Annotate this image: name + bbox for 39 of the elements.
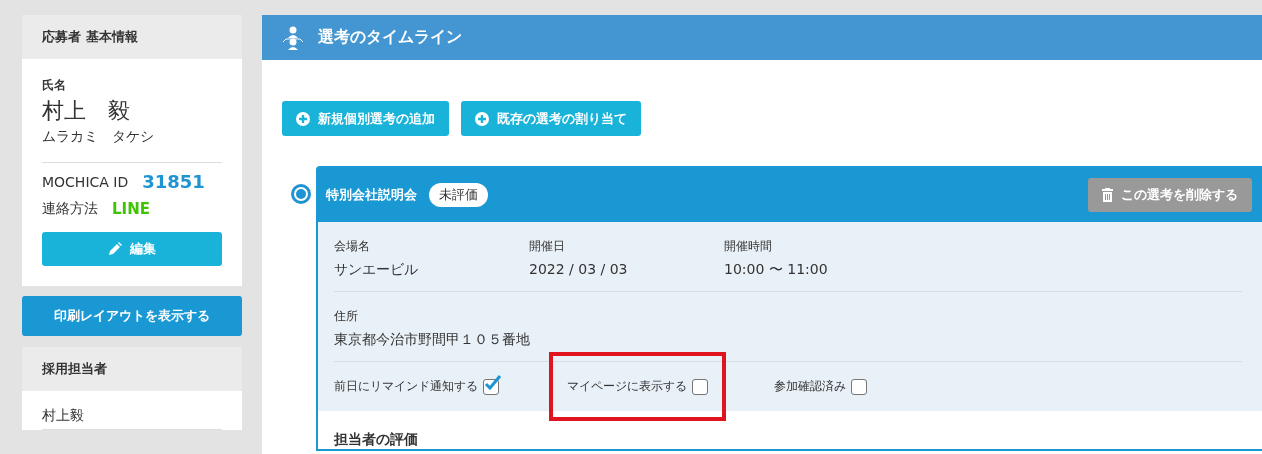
add-button[interactable]: 新規個別選考の追加 bbox=[282, 101, 449, 136]
trash-icon bbox=[1102, 188, 1113, 202]
checkbox-label: マイページに表示する bbox=[567, 378, 687, 395]
field-label: 住所 bbox=[334, 308, 359, 325]
applicant-name: 村上 毅 bbox=[42, 97, 131, 125]
address-value: 東京都今治市野間甲１０５番地 bbox=[334, 331, 530, 349]
section-title: 担当者の評価 bbox=[333, 430, 419, 449]
status-badge: 未評価 bbox=[429, 183, 488, 207]
field-label: 氏名 bbox=[42, 77, 67, 94]
checkbox-label: 前日にリマインド通知する bbox=[334, 378, 478, 395]
checkbox[interactable] bbox=[692, 378, 708, 395]
plus-circle-icon bbox=[296, 111, 310, 126]
field-label: 開催日 bbox=[529, 238, 566, 255]
field-label: 連絡方法 bbox=[42, 200, 98, 218]
plus-circle-icon bbox=[475, 111, 489, 126]
checkbox[interactable] bbox=[483, 378, 499, 395]
pencil-icon bbox=[108, 242, 122, 256]
field-label: 会場名 bbox=[334, 238, 371, 255]
field-value: 10:00 〜 11:00 bbox=[724, 261, 829, 279]
delete-button[interactable]: この選考を削除する bbox=[1088, 178, 1252, 212]
print-layout-button[interactable]: 印刷レイアウトを表示する bbox=[22, 296, 242, 336]
panel-title: 選考のタイムライン bbox=[318, 27, 462, 48]
recruiter-name: 村上毅 bbox=[42, 391, 222, 430]
contact-value: LINE bbox=[112, 200, 150, 218]
checkbox[interactable] bbox=[851, 378, 867, 395]
card-header: 応募者 基本情報 bbox=[22, 15, 242, 59]
edit-button[interactable]: 編集 bbox=[42, 232, 222, 266]
add-button[interactable]: 既存の選考の割り当て bbox=[461, 101, 641, 136]
field-label: MOCHICA ID bbox=[42, 173, 129, 190]
stage-name: 特別会社説明会 bbox=[326, 186, 417, 204]
card-header: 採用担当者 bbox=[22, 347, 242, 391]
applicant-kana: ムラカミ タケシ bbox=[42, 128, 222, 163]
field-value: サンエービル bbox=[334, 261, 419, 279]
id-value: 31851 bbox=[142, 171, 205, 192]
field-label: 開催時間 bbox=[724, 238, 773, 255]
field-value: 2022 / 03 / 03 bbox=[529, 261, 629, 277]
people-icon bbox=[282, 24, 304, 51]
timeline-node bbox=[291, 184, 311, 204]
checkbox-label: 参加確認済み bbox=[774, 378, 846, 395]
